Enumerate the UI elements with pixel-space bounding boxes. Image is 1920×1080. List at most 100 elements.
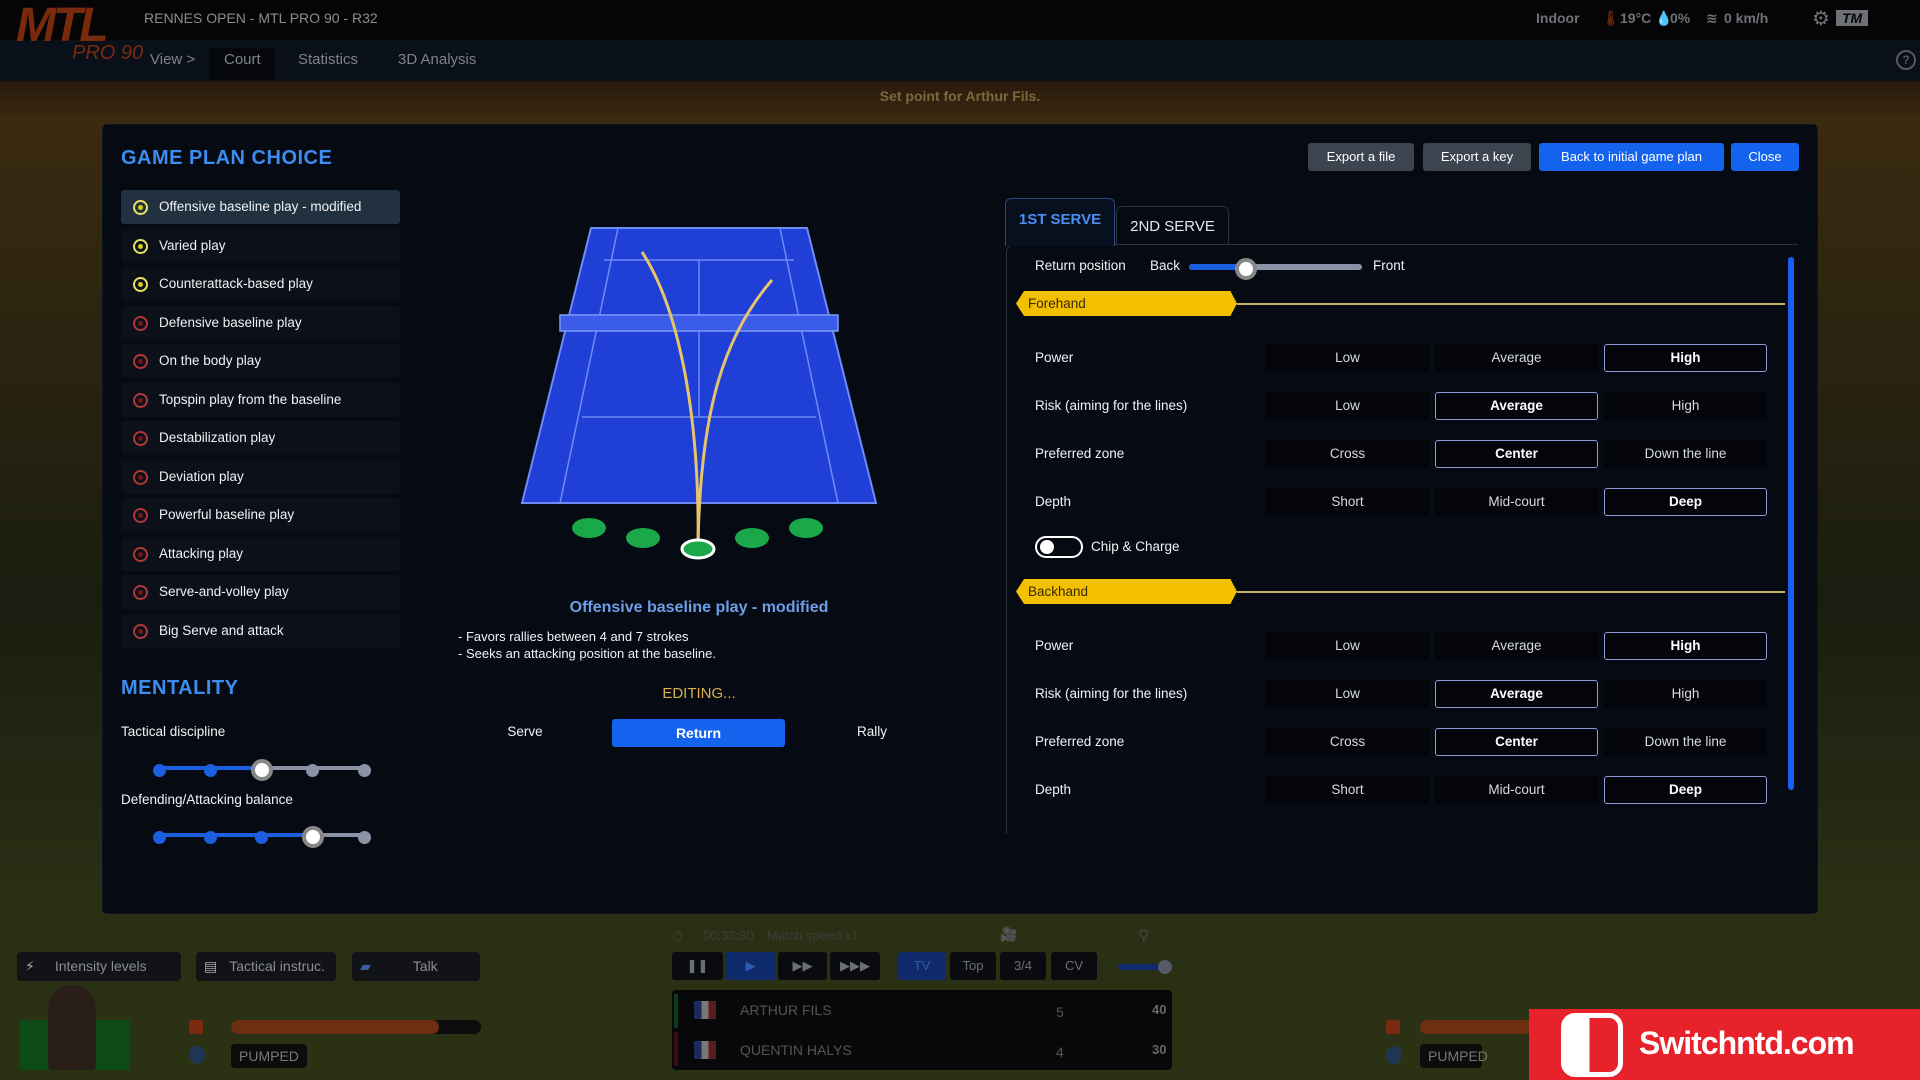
slider-thumb[interactable] — [1235, 258, 1258, 280]
volume-slider[interactable] — [1118, 960, 1172, 974]
option-high[interactable]: High — [1604, 344, 1767, 372]
plan-item[interactable]: Defensive baseline play — [121, 305, 400, 340]
option-average[interactable]: Average — [1435, 344, 1598, 372]
mode-rally[interactable]: Rally — [834, 724, 910, 739]
plan-label: On the body play — [159, 353, 262, 368]
france-flag-icon — [694, 1041, 716, 1059]
tab-1st-serve[interactable]: 1ST SERVE — [1005, 198, 1115, 246]
slider-thumb[interactable] — [250, 759, 273, 781]
tactical-instructions-button[interactable]: ▤ Tactical instruc. — [196, 952, 336, 981]
player1-points: 40 — [1152, 1002, 1167, 1017]
option-average[interactable]: Average — [1435, 632, 1598, 660]
camera-tv[interactable]: TV — [898, 952, 946, 980]
plan-item[interactable]: Deviation play — [121, 459, 400, 494]
play-button[interactable]: ▶ — [725, 952, 776, 980]
slider-step[interactable] — [203, 763, 217, 777]
camera-3-4[interactable]: 3/4 — [1000, 952, 1046, 980]
option-mid-court[interactable]: Mid-court — [1435, 776, 1598, 804]
zone-dot — [626, 528, 660, 548]
option-down-the-line[interactable]: Down the line — [1604, 440, 1767, 468]
mode-serve[interactable]: Serve — [487, 724, 563, 739]
nav-bar — [0, 40, 1920, 80]
dot-core — [138, 628, 143, 634]
option-cross[interactable]: Cross — [1266, 440, 1429, 468]
setting-label: Depth — [1035, 782, 1072, 797]
view-menu[interactable]: View > — [142, 48, 203, 80]
option-low[interactable]: Low — [1266, 680, 1429, 708]
export-file-button[interactable]: Export a file — [1308, 143, 1414, 171]
plan-label: Offensive baseline play - modified — [159, 199, 362, 214]
plan-label: Defensive baseline play — [159, 314, 302, 330]
option-low[interactable]: Low — [1266, 632, 1429, 660]
intensity-levels-button[interactable]: ⚡ Intensity levels — [17, 952, 181, 981]
camera-cv[interactable]: CV — [1051, 952, 1097, 980]
option-center[interactable]: Center — [1435, 728, 1598, 756]
back-to-initial-plan-button[interactable]: Back to initial game plan — [1539, 143, 1724, 171]
plan-item[interactable]: Offensive baseline play - modified — [121, 190, 400, 224]
option-short[interactable]: Short — [1266, 488, 1429, 516]
option-high[interactable]: High — [1604, 680, 1767, 708]
pause-button[interactable]: ❚❚ — [672, 952, 723, 980]
settings-gear-icon[interactable]: ⚙ — [1812, 6, 1830, 31]
nav-3d-analysis[interactable]: 3D Analysis — [390, 48, 484, 80]
plan-item[interactable]: Varied play — [121, 228, 400, 263]
option-low[interactable]: Low — [1266, 392, 1429, 420]
camera-top[interactable]: Top — [950, 952, 996, 980]
plan-item[interactable]: Counterattack-based play — [121, 267, 400, 301]
slider-step[interactable] — [152, 830, 166, 844]
option-short[interactable]: Short — [1266, 776, 1429, 804]
nav-statistics[interactable]: Statistics — [290, 48, 366, 80]
slider-thumb[interactable] — [301, 826, 324, 848]
mood-head-icon — [189, 1046, 205, 1064]
slider-step[interactable] — [306, 763, 320, 777]
option-deep[interactable]: Deep — [1604, 776, 1767, 804]
slider-step[interactable] — [152, 763, 166, 777]
plan-unavailable-icon — [133, 431, 148, 446]
plan-item[interactable]: Powerful baseline play — [121, 498, 400, 532]
zone-dot — [789, 518, 823, 538]
slider-step[interactable] — [203, 830, 217, 844]
zone-dot-selected — [680, 538, 716, 560]
plan-unavailable-icon — [133, 354, 148, 369]
nav-court[interactable]: Court — [210, 48, 275, 80]
plan-item[interactable]: Destabilization play — [121, 421, 400, 455]
plan-item[interactable]: Topspin play from the baseline — [121, 382, 400, 417]
slider-step[interactable] — [357, 830, 371, 844]
plan-available-icon — [133, 200, 148, 215]
tactical-discipline-label: Tactical discipline — [121, 724, 226, 739]
tab-2nd-serve[interactable]: 2ND SERVE — [1116, 206, 1229, 245]
opponent-mood-icon — [1386, 1046, 1402, 1064]
zoom-search-icon[interactable]: ⚲ — [1138, 926, 1150, 946]
option-high[interactable]: High — [1604, 632, 1767, 660]
player1-games: 5 — [1056, 1004, 1064, 1020]
option-deep[interactable]: Deep — [1604, 488, 1767, 516]
camera-icon[interactable]: 🎥 — [1000, 926, 1017, 943]
option-average[interactable]: Average — [1435, 392, 1598, 420]
plan-item[interactable]: Big Serve and attack — [121, 613, 400, 648]
plan-name: Offensive baseline play - modified — [569, 599, 829, 616]
option-center[interactable]: Center — [1435, 440, 1598, 468]
option-mid-court[interactable]: Mid-court — [1435, 488, 1598, 516]
plan-item[interactable]: On the body play — [121, 344, 400, 378]
option-cross[interactable]: Cross — [1266, 728, 1429, 756]
toggle-knob — [1040, 540, 1054, 554]
option-high[interactable]: High — [1604, 392, 1767, 420]
option-down-the-line[interactable]: Down the line — [1604, 728, 1767, 756]
fastest-forward-button[interactable]: ▶▶▶ — [830, 952, 880, 980]
option-low[interactable]: Low — [1266, 344, 1429, 372]
slider-step[interactable] — [255, 830, 268, 844]
close-button[interactable]: Close — [1731, 143, 1799, 171]
option-average[interactable]: Average — [1435, 680, 1598, 708]
panel-scrollbar[interactable] — [1788, 257, 1794, 790]
mode-return[interactable]: Return — [612, 719, 785, 747]
setting-label: Preferred zone — [1035, 734, 1125, 749]
slider-step[interactable] — [357, 763, 371, 777]
plan-item[interactable]: Attacking play — [121, 536, 400, 571]
return-position-label: Return position — [1035, 258, 1126, 273]
talk-button[interactable]: ▰ Talk — [352, 952, 480, 981]
export-key-button[interactable]: Export a key — [1423, 143, 1531, 171]
fast-forward-button[interactable]: ▶▶ — [778, 952, 827, 980]
plan-item[interactable]: Serve-and-volley play — [121, 575, 400, 609]
help-icon[interactable]: ? — [1896, 50, 1916, 70]
chip-and-charge-toggle[interactable] — [1035, 536, 1083, 558]
